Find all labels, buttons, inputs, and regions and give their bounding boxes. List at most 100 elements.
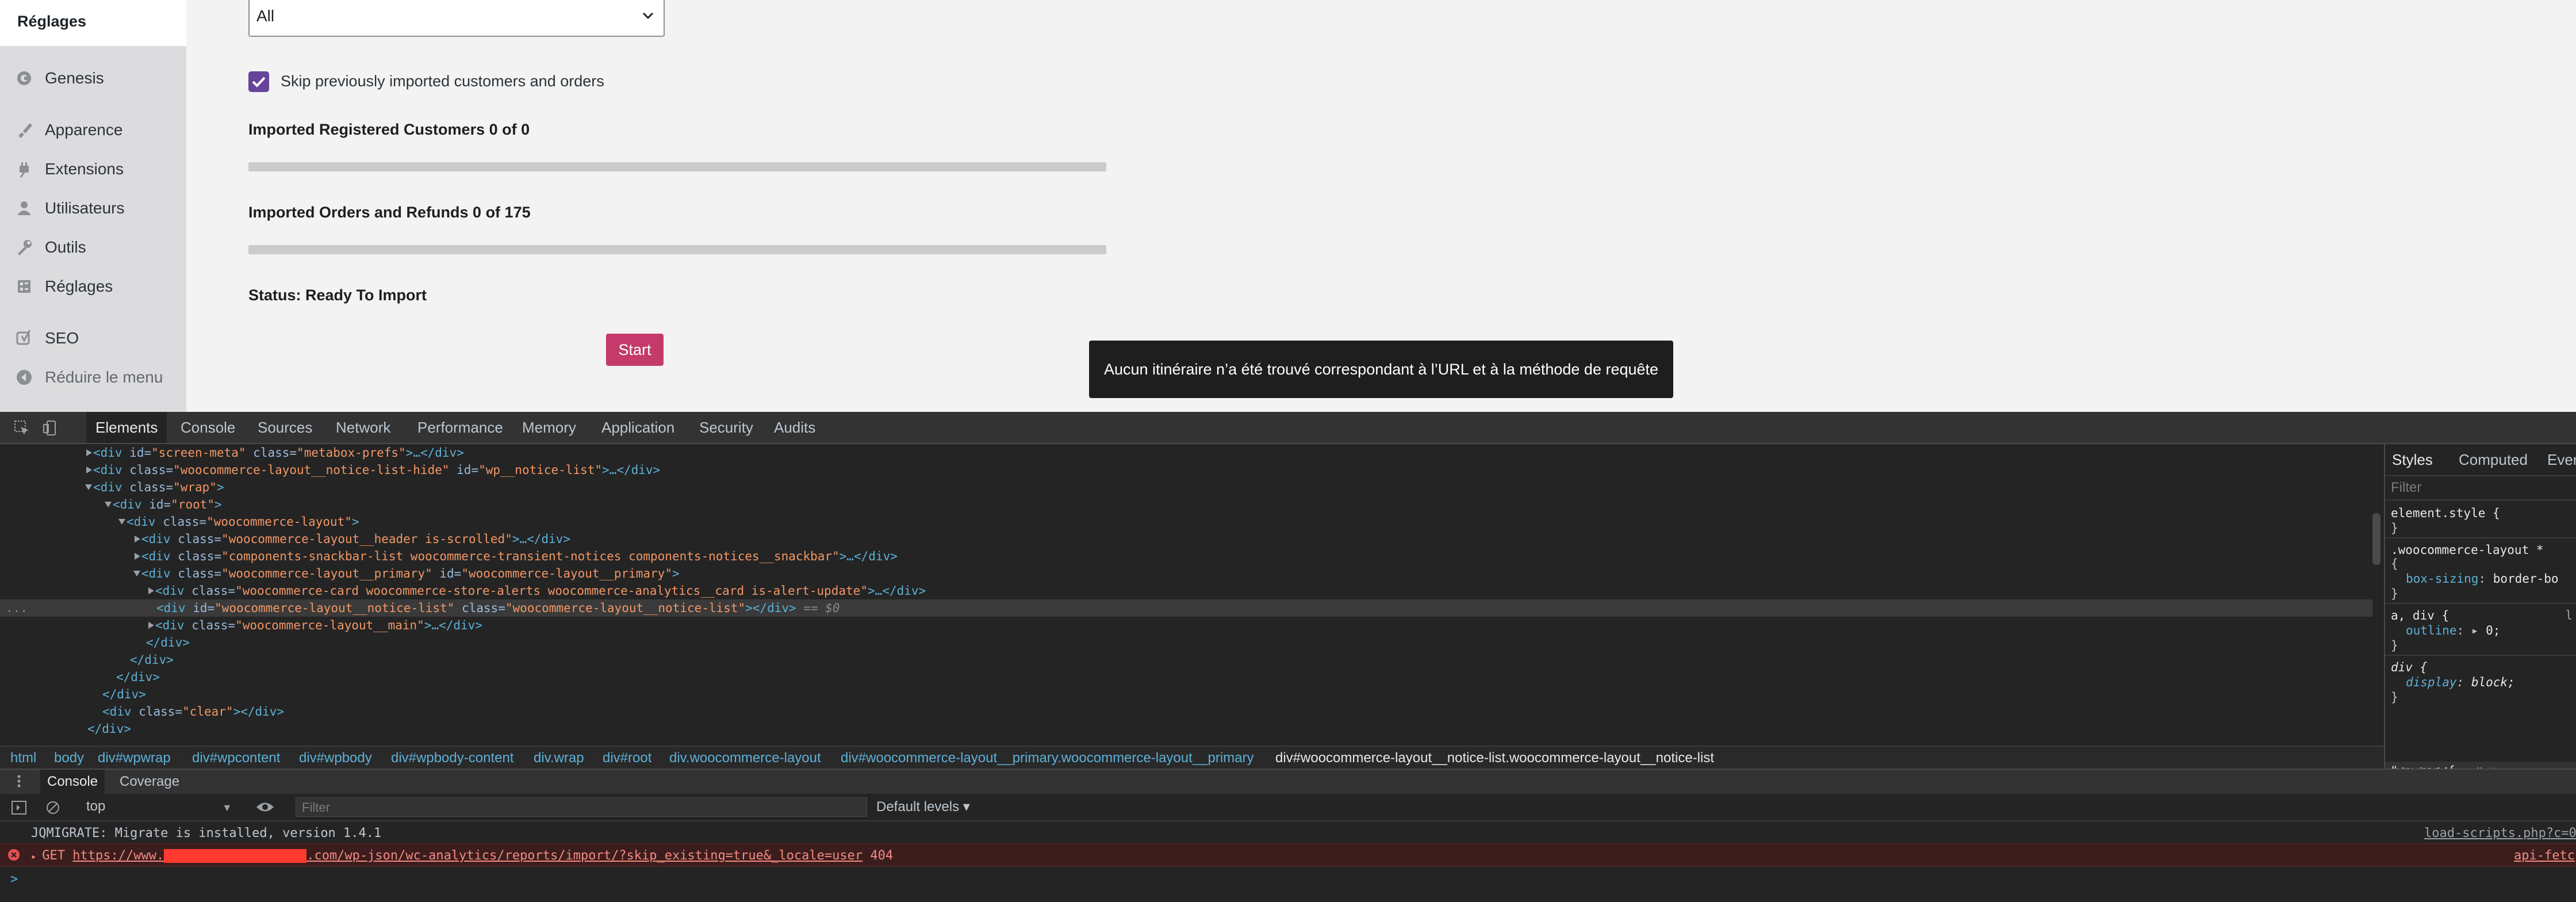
collapse-arrow-icon[interactable] — [85, 484, 92, 490]
tab-sources[interactable]: Sources — [248, 412, 321, 443]
expand-arrow-icon[interactable] — [148, 587, 154, 594]
breadcrumb-item[interactable]: body — [54, 750, 84, 766]
drawer-tab-coverage[interactable]: Coverage — [113, 770, 186, 794]
clear-console-icon[interactable] — [46, 801, 60, 817]
start-import-button[interactable]: Start — [606, 334, 664, 366]
breadcrumb-item[interactable]: div.wrap — [534, 750, 584, 766]
snackbar-notice[interactable]: Aucun itinéraire n’a été trouvé correspo… — [1089, 341, 1673, 398]
sidebar-item-utilisateurs[interactable]: Utilisateurs — [0, 191, 186, 226]
drawer-menu-icon[interactable] — [17, 774, 21, 788]
sidebar-item-seo[interactable]: SEO — [0, 321, 186, 356]
dom-node[interactable]: <div class="wrap"> — [85, 479, 224, 496]
dom-node-close[interactable]: </div> — [102, 686, 146, 703]
dom-node-close[interactable]: </div> — [87, 720, 131, 737]
styles-filter-input[interactable]: Filter — [2391, 480, 2421, 496]
skip-existing-label[interactable]: Skip previously imported customers and o… — [281, 72, 604, 90]
tab-security[interactable]: Security — [690, 412, 762, 443]
console-prompt[interactable]: > — [10, 872, 18, 886]
css-brace: } — [2391, 639, 2398, 652]
tab-event-listeners[interactable]: Event — [2547, 451, 2576, 469]
sidebar-item-apparence[interactable]: Apparence — [0, 113, 186, 147]
expand-arrow-icon[interactable] — [135, 536, 140, 542]
tab-elements[interactable]: Elements — [86, 412, 167, 443]
tab-memory[interactable]: Memory — [513, 412, 585, 443]
tab-performance[interactable]: Performance — [408, 412, 512, 443]
breadcrumb-item[interactable]: div#wpwrap — [98, 750, 171, 766]
context-select[interactable]: top — [86, 798, 105, 815]
error-url-link[interactable]: https://www. .com/wp-json/wc-analytics/re… — [72, 849, 862, 863]
tab-computed[interactable]: Computed — [2459, 451, 2528, 469]
dom-node-close[interactable]: </div> — [146, 634, 190, 651]
sidebar-item-label: SEO — [45, 329, 79, 347]
css-declaration[interactable]: outline: ▸ 0; — [2406, 624, 2500, 637]
css-rule-selector[interactable]: .woocommerce-layout * — [2391, 543, 2544, 557]
expand-arrow-icon[interactable] — [135, 553, 140, 560]
breadcrumb-item[interactable]: html — [10, 750, 36, 766]
dom-node[interactable]: <div class="woocommerce-card woocommerce… — [148, 582, 926, 599]
breadcrumb-item[interactable]: div#root — [603, 750, 651, 766]
dom-node[interactable]: <div class="woocommerce-layout"> — [118, 513, 359, 530]
tab-console[interactable]: Console — [171, 412, 244, 443]
orders-progress-bar — [248, 245, 1106, 254]
dom-node[interactable]: <div id="screen-meta" class="metabox-pre… — [86, 444, 464, 461]
settings-icon — [14, 276, 34, 297]
dom-node-selected[interactable]: ... <div id="woocommerce-layout__notice-l… — [0, 599, 2372, 617]
sidebar-toggle-icon[interactable] — [12, 801, 26, 817]
tab-application[interactable]: Application — [592, 412, 684, 443]
sidebar-submenu-current[interactable]: Réglages — [0, 0, 186, 46]
console-source-link[interactable]: api-fetc — [2514, 849, 2575, 863]
css-declaration[interactable]: box-sizing: border-bo — [2406, 572, 2559, 586]
expand-arrow-icon[interactable] — [86, 449, 92, 456]
log-levels-dropdown[interactable]: Default levels ▾ — [876, 798, 970, 815]
tab-styles[interactable]: Styles — [2392, 451, 2433, 469]
console-source-link[interactable]: load-scripts.php?c=0 — [2424, 826, 2576, 840]
tab-audits[interactable]: Audits — [765, 412, 825, 443]
device-toolbar-icon[interactable] — [41, 419, 60, 437]
console-message-error[interactable]: ▸ GET https://www. .com/wp-json/wc-analyt… — [0, 843, 2576, 866]
css-rule-selector[interactable]: element.style { — [2391, 506, 2500, 520]
expand-arrow-icon[interactable] — [148, 622, 154, 629]
inspect-element-icon[interactable] — [13, 419, 31, 437]
skip-existing-checkbox[interactable] — [248, 71, 269, 92]
sidebar-item-reglages[interactable]: Réglages — [0, 269, 186, 304]
dom-node[interactable]: <div class="woocommerce-layout__notice-l… — [86, 461, 660, 479]
sidebar-item-outils[interactable]: Outils — [0, 230, 186, 265]
breadcrumb-item-current[interactable]: div#woocommerce-layout__notice-list.wooc… — [1275, 750, 1714, 766]
collapse-menu-button[interactable]: Réduire le menu — [0, 360, 186, 395]
breadcrumb-item[interactable]: div#wpbody-content — [391, 750, 513, 766]
dom-node[interactable]: <div id="root"> — [105, 496, 222, 513]
eye-icon[interactable] — [255, 801, 275, 816]
collapse-arrow-icon[interactable] — [118, 519, 125, 525]
css-rule-selector[interactable]: div { — [2391, 660, 2427, 674]
breadcrumb-item[interactable]: div.woocommerce-layout — [669, 750, 821, 766]
css-source-link[interactable]: l — [2565, 609, 2573, 622]
drawer-tab-console[interactable]: Console — [40, 770, 105, 794]
collapse-arrow-icon[interactable] — [105, 502, 112, 507]
dom-node[interactable]: <div class="woocommerce-layout__primary"… — [133, 565, 680, 582]
breadcrumb-item[interactable]: div#wpbody — [299, 750, 372, 766]
dom-node-close[interactable]: </div> — [130, 651, 174, 668]
import-type-select[interactable]: All — [248, 0, 665, 37]
console-filter-input[interactable]: Filter — [296, 797, 867, 817]
collapse-arrow-icon[interactable] — [133, 571, 140, 576]
sidebar-item-label: Utilisateurs — [45, 199, 125, 217]
css-declaration[interactable]: display: block; — [2406, 675, 2515, 689]
devtools-tabbar: Elements Console Sources Network Perform… — [0, 412, 2576, 444]
sidebar-item-extensions[interactable]: Extensions — [0, 152, 186, 186]
tab-network[interactable]: Network — [327, 412, 400, 443]
import-status: Status: Ready To Import — [248, 286, 427, 304]
dom-node[interactable]: <div class="clear"></div> — [102, 703, 284, 720]
sidebar-item-genesis[interactable]: Genesis — [0, 61, 186, 95]
breadcrumb-item[interactable]: div#woocommerce-layout__primary.woocomme… — [841, 750, 1254, 766]
dom-tree[interactable]: <div id="screen-meta" class="metabox-pre… — [0, 444, 2384, 746]
dom-node[interactable]: <div class="components-snackbar-list woo… — [135, 548, 898, 565]
dom-node[interactable]: <div class="woocommerce-layout__header i… — [135, 530, 570, 548]
css-rule-selector[interactable]: a, div { — [2391, 609, 2449, 622]
dom-scrollbar[interactable] — [2372, 513, 2380, 565]
breadcrumb-item[interactable]: div#wpcontent — [192, 750, 280, 766]
expand-arrow-icon[interactable] — [86, 467, 92, 473]
dom-node[interactable]: <div class="woocommerce-layout__main">…<… — [148, 617, 482, 634]
redaction-block — [164, 849, 307, 863]
dom-node-close[interactable]: </div> — [116, 668, 160, 686]
expand-arrow-icon[interactable]: ▸ — [31, 851, 42, 862]
